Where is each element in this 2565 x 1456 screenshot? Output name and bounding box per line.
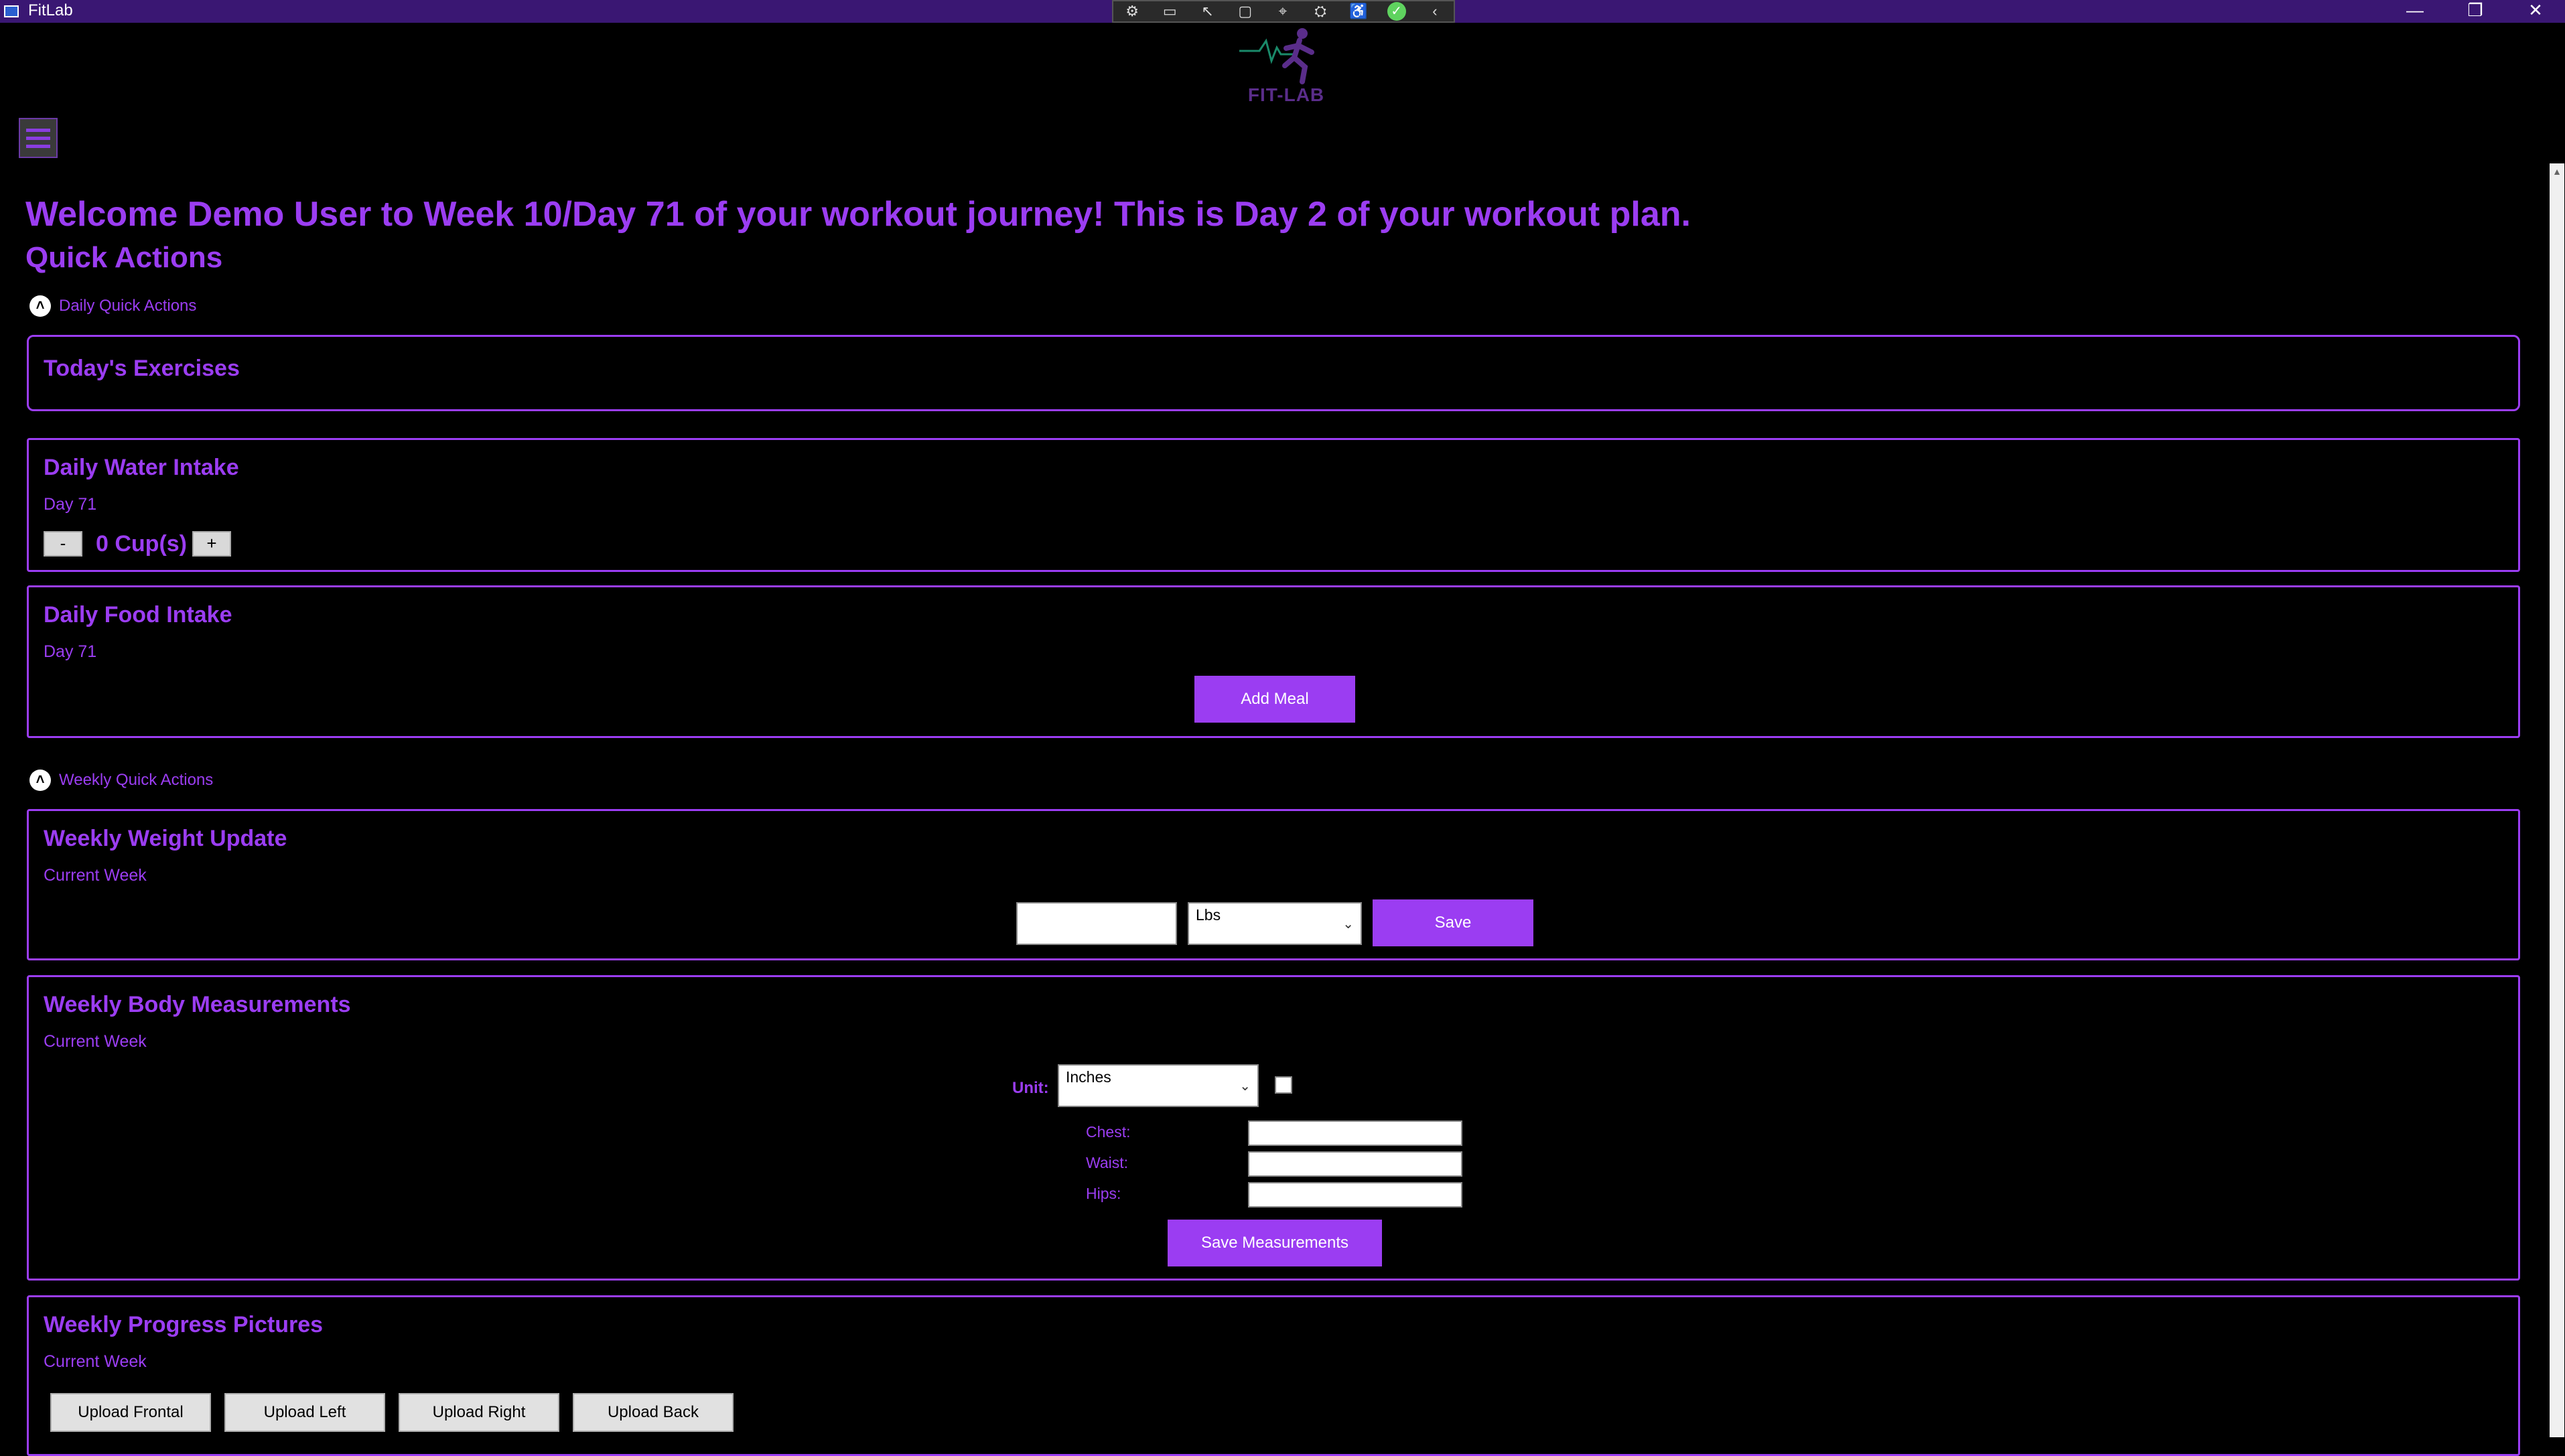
logo-text: FIT-LAB	[1247, 84, 1325, 105]
live-tree-icon[interactable]: ⚙	[1123, 3, 1141, 19]
water-decrement-button[interactable]: -	[44, 531, 82, 557]
measurement-unit-select[interactable]: Inches ⌄	[1058, 1064, 1259, 1107]
binding-icon[interactable]: ⛭	[1312, 3, 1329, 19]
card-subtitle: Current Week	[44, 866, 147, 885]
select-element-icon[interactable]: ↖	[1199, 3, 1217, 19]
hamburger-line	[26, 145, 50, 148]
waist-label: Waist:	[1086, 1154, 1129, 1171]
select-value: Inches	[1066, 1068, 1111, 1086]
quick-actions-heading: Quick Actions	[25, 241, 223, 274]
weekly-weight-update-card: Weekly Weight Update Current Week Lbs ⌄ …	[27, 809, 2520, 960]
expander-label: Weekly Quick Actions	[59, 771, 214, 789]
card-title: Daily Water Intake	[44, 455, 239, 480]
chevron-up-icon: ˄	[29, 770, 51, 791]
select-value: Lbs	[1196, 906, 1221, 924]
upload-right-button[interactable]: Upload Right	[399, 1393, 559, 1432]
layout-icon[interactable]: ▢	[1237, 3, 1254, 19]
maximize-button[interactable]: ❐	[2445, 0, 2505, 23]
save-measurements-button[interactable]: Save Measurements	[1168, 1220, 1382, 1266]
minimize-button[interactable]: —	[2385, 0, 2445, 23]
waist-input[interactable]	[1248, 1151, 1462, 1177]
window-title: FitLab	[28, 1, 73, 19]
unit-label: Unit:	[1012, 1079, 1049, 1097]
card-title: Daily Food Intake	[44, 602, 232, 628]
todays-exercises-card: Today's Exercises	[27, 335, 2520, 411]
window-titlebar: FitLab ⚙ ▭ ↖ ▢ ⌖ ⛭ ♿ ✓ ‹ — ❐ ✕	[0, 0, 2565, 23]
card-subtitle: Day 71	[44, 495, 97, 514]
weekly-body-measurements-card: Weekly Body Measurements Current Week Un…	[27, 975, 2520, 1281]
hips-label: Hips:	[1086, 1185, 1121, 1202]
expander-label: Daily Quick Actions	[59, 297, 197, 315]
accessibility-icon[interactable]: ♿	[1349, 3, 1367, 19]
upload-frontal-button[interactable]: Upload Frontal	[50, 1393, 211, 1432]
chevron-down-icon: ⌄	[1342, 917, 1354, 932]
daily-food-intake-card: Daily Food Intake Day 71 Add Meal	[27, 585, 2520, 738]
chevron-up-icon: ˄	[29, 295, 51, 317]
check-icon[interactable]: ✓	[1387, 2, 1406, 21]
weekly-quick-actions-expander[interactable]: ˄ Weekly Quick Actions	[29, 770, 213, 791]
card-title: Weekly Progress Pictures	[44, 1312, 324, 1337]
scroll-up-arrow-icon[interactable]: ▲	[2550, 165, 2564, 178]
card-title: Weekly Weight Update	[44, 826, 287, 851]
hamburger-line	[26, 129, 50, 132]
debug-toolbar: ⚙ ▭ ↖ ▢ ⌖ ⛭ ♿ ✓ ‹	[1112, 0, 1455, 23]
record-icon[interactable]: ▭	[1161, 3, 1178, 19]
weight-input[interactable]	[1016, 902, 1177, 945]
weight-unit-select[interactable]: Lbs ⌄	[1188, 902, 1362, 945]
welcome-heading: Welcome Demo User to Week 10/Day 71 of y…	[25, 195, 1691, 234]
vertical-scrollbar[interactable]: ▲	[2550, 163, 2564, 1437]
track-focus-icon[interactable]: ⌖	[1274, 3, 1292, 19]
chevron-down-icon: ⌄	[1239, 1079, 1251, 1094]
upload-back-button[interactable]: Upload Back	[573, 1393, 734, 1432]
card-subtitle: Current Week	[44, 1032, 147, 1051]
add-meal-button[interactable]: Add Meal	[1194, 676, 1355, 723]
card-subtitle: Day 71	[44, 642, 97, 661]
card-title: Weekly Body Measurements	[44, 992, 351, 1017]
unit-checkbox[interactable]	[1275, 1076, 1292, 1094]
collapse-icon[interactable]: ‹	[1426, 3, 1444, 19]
water-cups-count: 0 Cup(s)	[96, 531, 187, 557]
save-weight-button[interactable]: Save	[1373, 899, 1533, 946]
hamburger-line	[26, 137, 50, 140]
daily-water-intake-card: Daily Water Intake Day 71 - 0 Cup(s) +	[27, 438, 2520, 572]
hips-input[interactable]	[1248, 1182, 1462, 1208]
close-button[interactable]: ✕	[2505, 0, 2565, 23]
card-title: Today's Exercises	[44, 356, 240, 381]
water-increment-button[interactable]: +	[192, 531, 231, 557]
hamburger-menu-button[interactable]	[19, 118, 58, 158]
chest-input[interactable]	[1248, 1120, 1462, 1146]
daily-quick-actions-expander[interactable]: ˄ Daily Quick Actions	[29, 295, 196, 317]
app-icon	[4, 5, 19, 17]
card-subtitle: Current Week	[44, 1352, 147, 1371]
upload-left-button[interactable]: Upload Left	[224, 1393, 385, 1432]
weekly-progress-pictures-card: Weekly Progress Pictures Current Week Up…	[27, 1295, 2520, 1456]
chest-label: Chest:	[1086, 1123, 1131, 1141]
